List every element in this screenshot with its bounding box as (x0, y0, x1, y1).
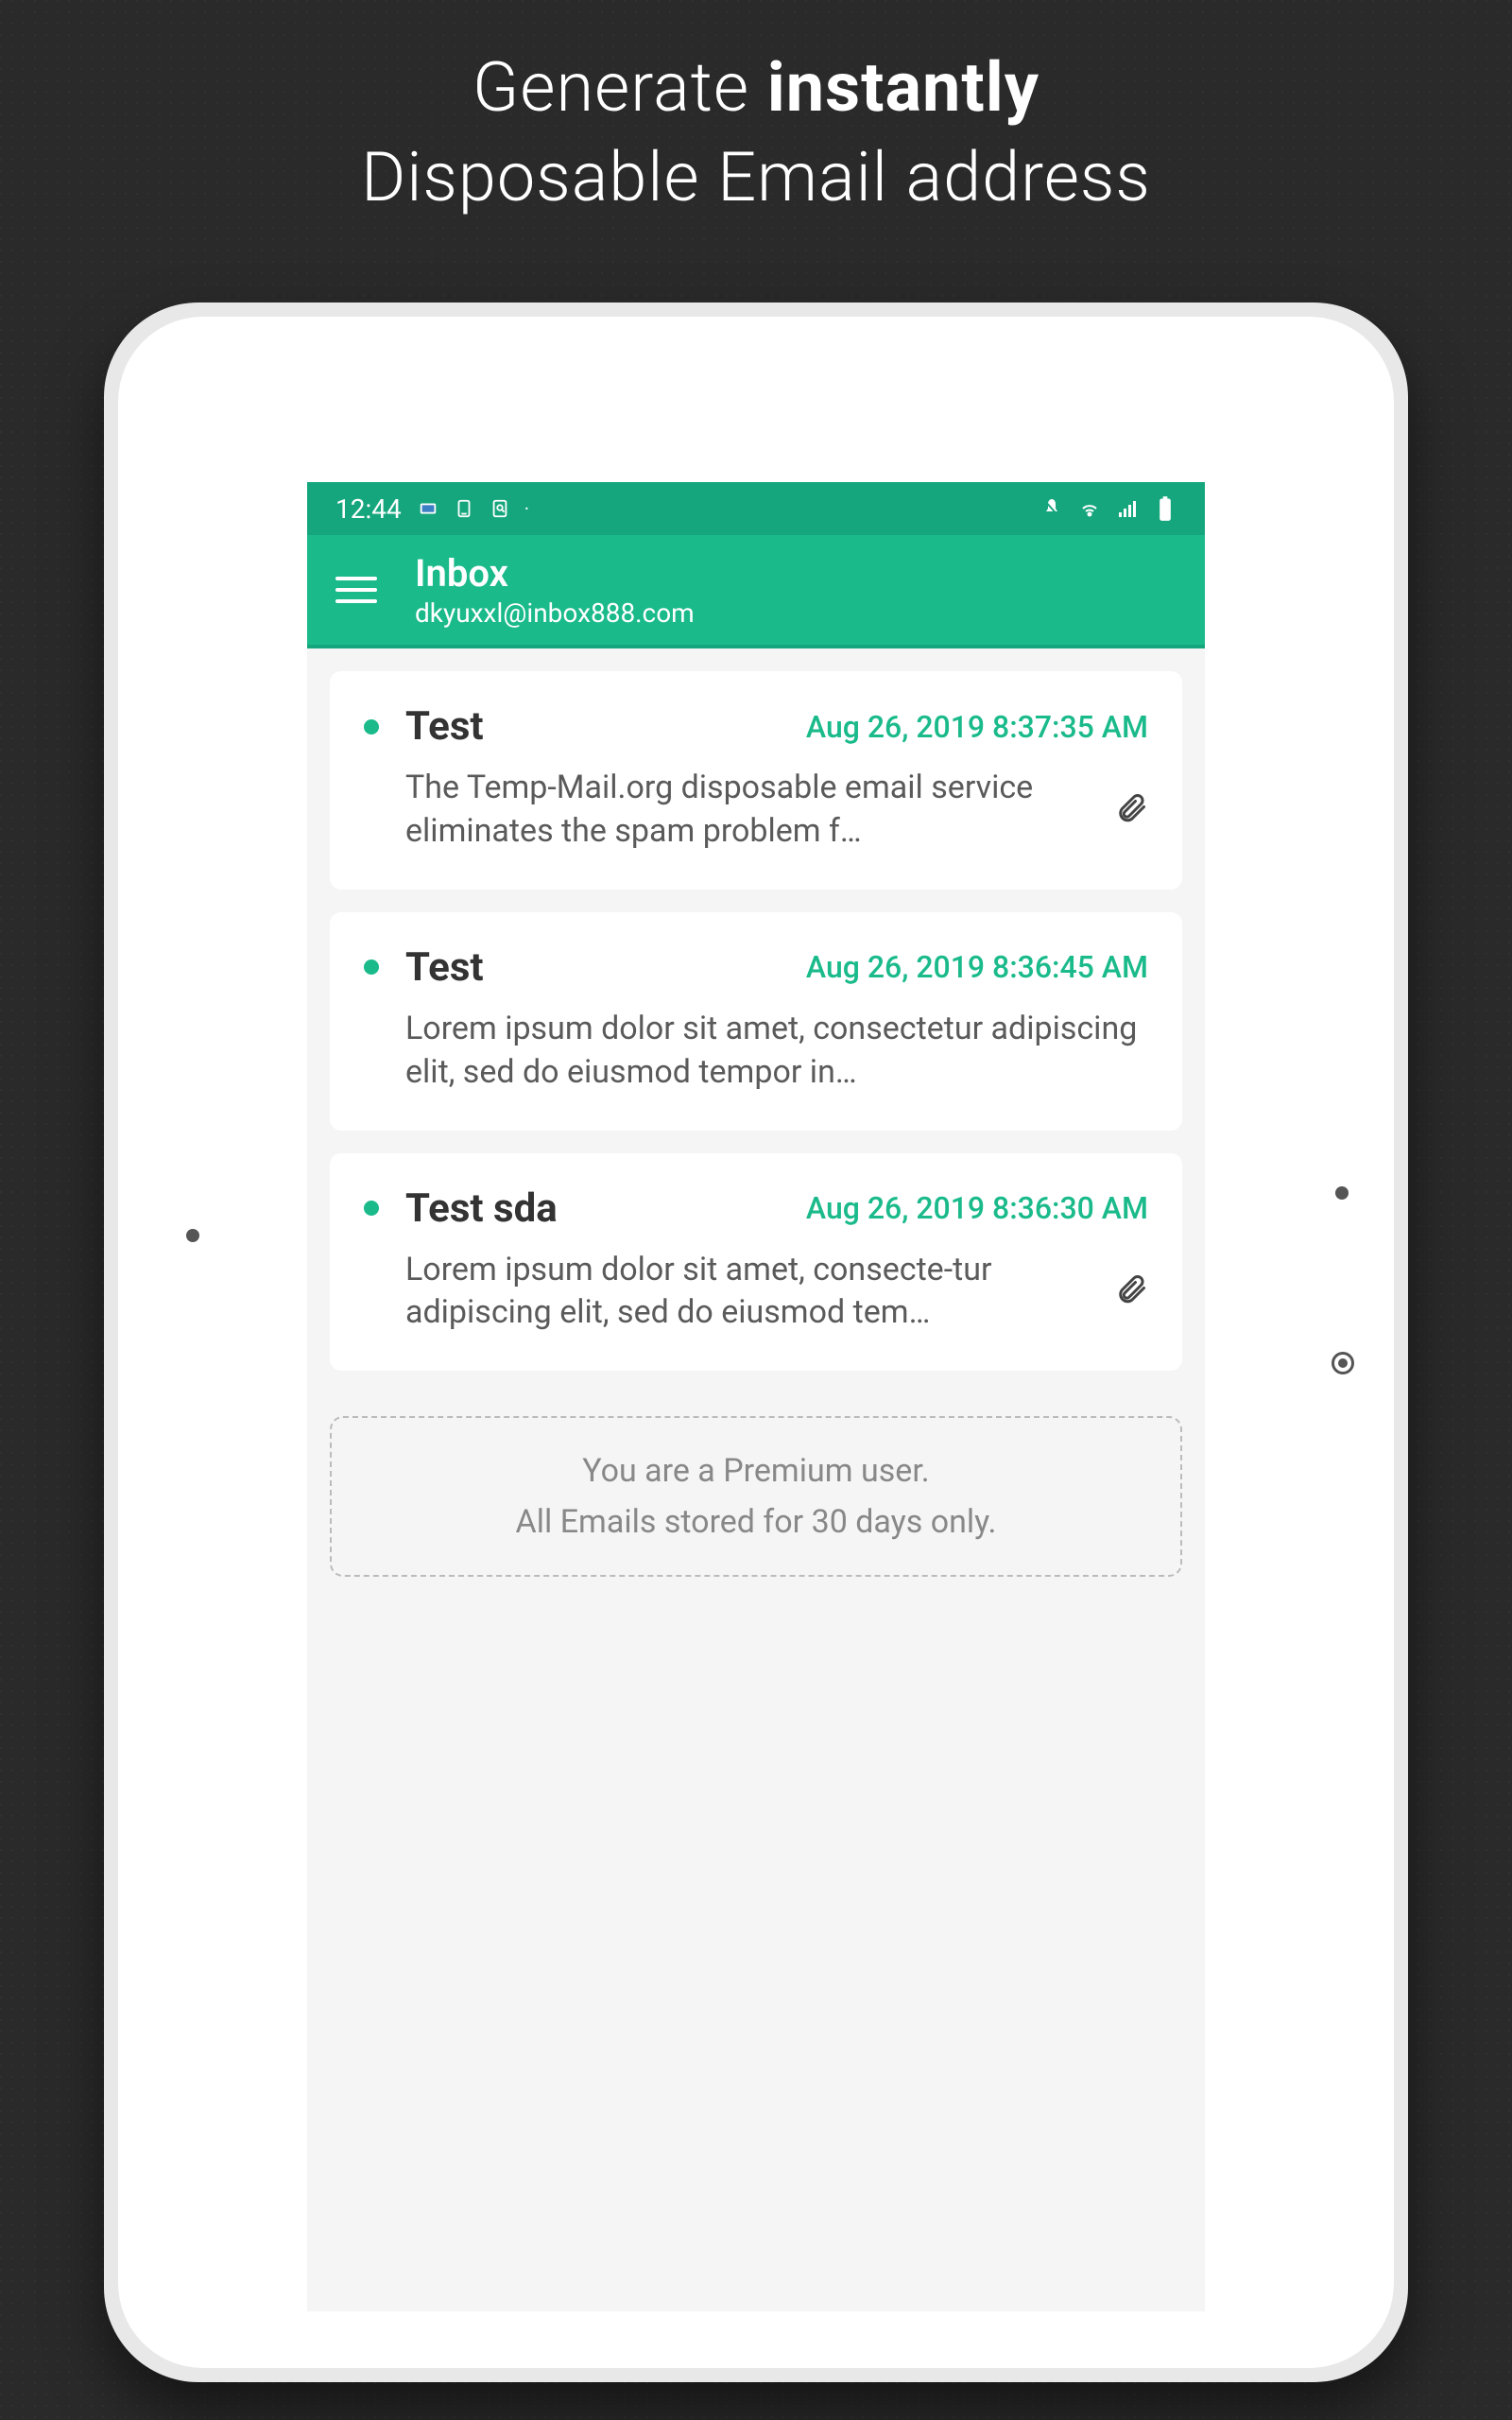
status-icons-right (1040, 497, 1177, 520)
tablet-camera-dot (186, 1229, 199, 1242)
menu-button[interactable] (335, 569, 377, 611)
more-dot-icon: · (524, 497, 529, 520)
wifi-icon (1078, 497, 1101, 520)
page-title: Inbox (415, 551, 695, 596)
email-list: Test Aug 26, 2019 8:37:35 AM The Temp-Ma… (307, 648, 1205, 1416)
email-item[interactable]: Test sda Aug 26, 2019 8:36:30 AM Lorem i… (330, 1153, 1182, 1372)
search-doc-icon (489, 497, 511, 520)
status-icons-left: · (417, 497, 529, 520)
email-timestamp: Aug 26, 2019 8:37:35 AM (806, 709, 1148, 745)
battery-icon (1154, 497, 1177, 520)
status-time: 12:44 (335, 493, 402, 525)
promo-line2: Disposable Email address (0, 137, 1512, 217)
premium-note: All Emails stored for 30 days only. (351, 1503, 1161, 1541)
tablet-inner: 12:44 · (118, 317, 1394, 2368)
app-screen: 12:44 · (307, 482, 1205, 2311)
header-text: Inbox dkyuxxl@inbox888.com (415, 551, 695, 629)
email-preview: The Temp-Mail.org disposable email servi… (405, 767, 1095, 854)
notification-icon (417, 497, 439, 520)
email-preview: Lorem ipsum dolor sit amet, consectetur … (405, 1008, 1148, 1095)
promo-text: Generate (472, 47, 767, 128)
premium-status: You are a Premium user. (351, 1452, 1161, 1490)
email-timestamp: Aug 26, 2019 8:36:30 AM (806, 1190, 1148, 1226)
email-item[interactable]: Test Aug 26, 2019 8:37:35 AM The Temp-Ma… (330, 671, 1182, 890)
email-preview: Lorem ipsum dolor sit amet, consecte-tur… (405, 1249, 1095, 1336)
email-timestamp: Aug 26, 2019 8:36:45 AM (806, 949, 1148, 985)
app-icon (453, 497, 475, 520)
unread-dot-icon (364, 719, 379, 735)
promo-line1: Generate instantly (0, 47, 1512, 128)
email-item[interactable]: Test Aug 26, 2019 8:36:45 AM Lorem ipsum… (330, 912, 1182, 1131)
app-header: Inbox dkyuxxl@inbox888.com (307, 535, 1205, 648)
current-email: dkyuxxl@inbox888.com (415, 597, 695, 629)
email-sender: Test sda (405, 1185, 558, 1232)
tablet-button-top (1335, 1186, 1349, 1200)
tablet-frame: 12:44 · (104, 302, 1408, 2382)
attachment-icon (1114, 1272, 1148, 1310)
unread-dot-icon (364, 1201, 379, 1216)
unread-dot-icon (364, 959, 379, 975)
status-bar: 12:44 · (307, 482, 1205, 535)
email-sender: Test (405, 944, 484, 991)
promo-bold: instantly (767, 47, 1040, 128)
promo-headline: Generate instantly Disposable Email addr… (0, 0, 1512, 217)
mute-icon (1040, 497, 1063, 520)
signal-icon (1116, 497, 1139, 520)
email-sender: Test (405, 703, 484, 750)
premium-banner: You are a Premium user. All Emails store… (330, 1416, 1182, 1577)
tablet-button-home (1332, 1352, 1354, 1374)
attachment-icon (1114, 791, 1148, 829)
